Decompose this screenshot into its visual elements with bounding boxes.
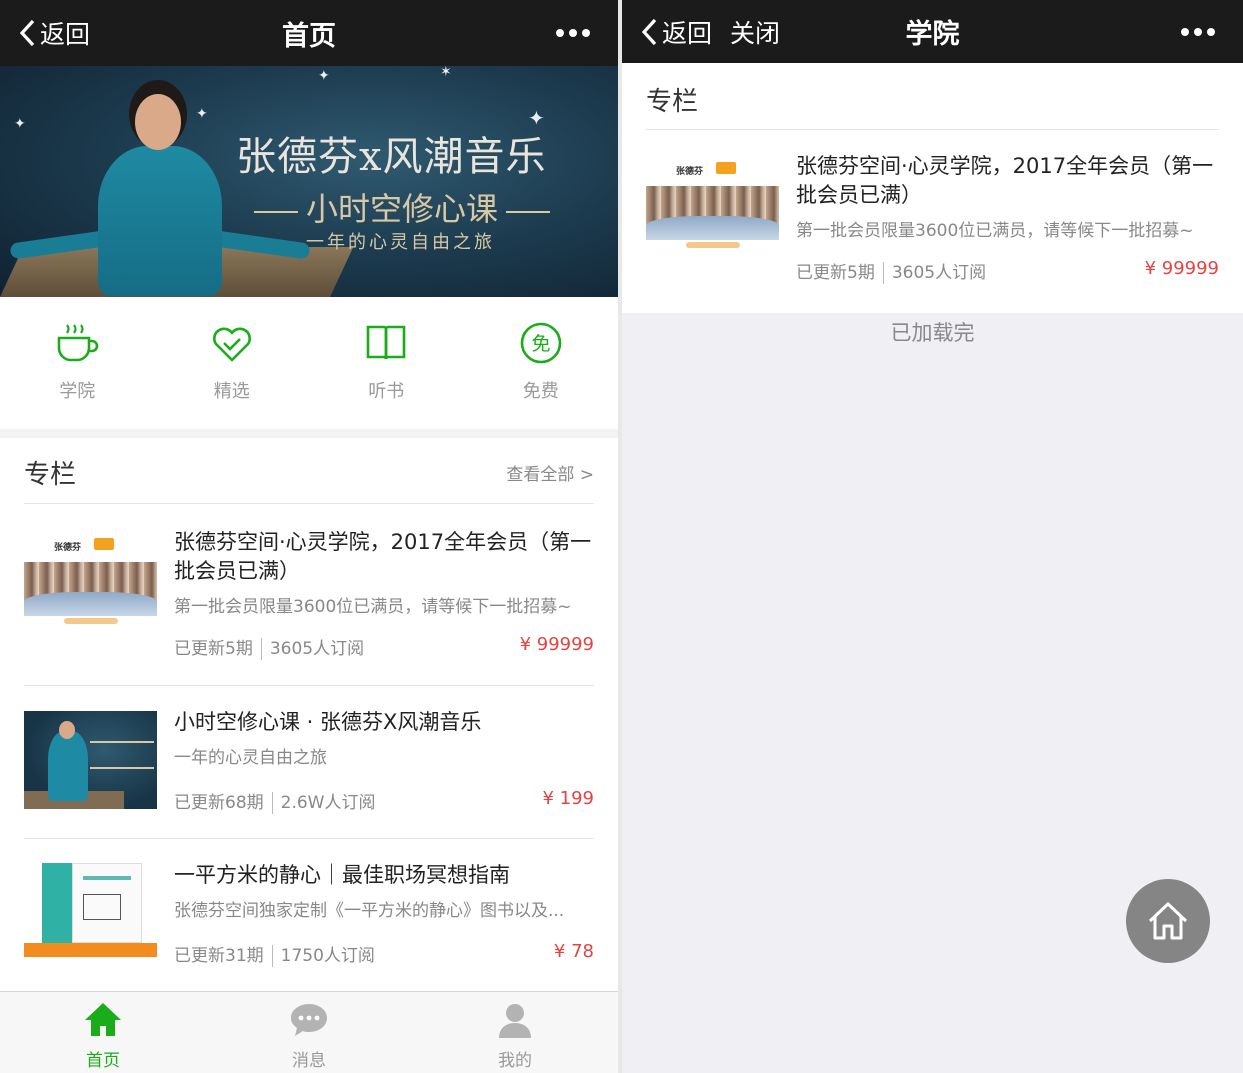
card-body: 张德芬空间·心灵学院，2017全年会员（第一批会员已满） 第一批会员限量3600… — [796, 152, 1219, 241]
update-count: 已更新31期 — [174, 946, 264, 966]
column-card[interactable]: 一平方米的静心｜最佳职场冥想指南 张德芬空间独家定制《一平方米的静心》图书以及.… — [24, 839, 594, 991]
card-body: 小时空修心课 · 张德芬X风潮音乐 一年的心灵自由之旅 — [174, 708, 594, 768]
banner-person-image — [9, 86, 311, 296]
tab-home[interactable]: 首页 — [0, 992, 206, 1073]
column-thumbnail: 张德芬 — [646, 156, 779, 256]
card-description: 一年的心灵自由之旅 — [174, 748, 327, 768]
back-button[interactable]: 返回 关闭 — [640, 0, 780, 63]
book-icon — [366, 325, 406, 360]
hero-banner[interactable]: ✦ ✦ ✶ ✦ ✦ 张德芬x风潮音乐 小时空修心课 一年的心灵自由之旅 — [0, 66, 618, 297]
quick-nav-label: 免费 — [522, 381, 559, 402]
section-title: 专栏 — [24, 460, 77, 490]
star-icon: ✶ — [440, 66, 452, 80]
banner-title: 张德芬x风潮音乐 — [236, 134, 547, 180]
star-icon: ✦ — [14, 116, 26, 132]
column-thumbnail: 张德芬 — [24, 532, 157, 632]
column-thumbnail — [24, 711, 157, 809]
column-card[interactable]: 张德芬 张德芬空间·心灵学院，2017全年会员（第一批会员已满） 第一批会员限量… — [24, 504, 594, 686]
home-icon — [85, 1003, 121, 1036]
column-section: 专栏 张德芬 张德芬空间·心灵学院，2017全年会员（第一批会员已满） 第一批会… — [622, 63, 1243, 313]
column-thumbnail — [24, 857, 157, 957]
quick-nav: 学院 精选 听书 免 免费 — [0, 297, 618, 429]
column-section: 专栏 查看全部 > 张德芬 张德芬空间·心灵学院，2017全年会员（第一批会员已… — [0, 438, 618, 991]
card-body: 一平方米的静心｜最佳职场冥想指南 张德芬空间独家定制《一平方米的静心》图书以及.… — [174, 861, 594, 921]
card-title: 小时空修心课 · 张德芬X风潮音乐 — [174, 710, 482, 734]
update-count: 已更新5期 — [796, 263, 875, 283]
card-price: ¥ 99999 — [519, 634, 594, 655]
more-dot-icon — [1181, 27, 1189, 36]
load-complete-text: 已加载完 — [890, 321, 975, 345]
update-count: 已更新5期 — [174, 639, 253, 659]
column-card[interactable]: 张德芬 张德芬空间·心灵学院，2017全年会员（第一批会员已满） 第一批会员限量… — [646, 130, 1219, 312]
card-price: ¥ 199 — [542, 788, 594, 809]
home-screen: 返回 首页 ✦ ✦ ✶ ✦ ✦ 张德芬x风潮音乐 小时空修心课 一年的心灵自由之… — [0, 0, 618, 1073]
view-all-link[interactable]: 查看全部 > — [506, 460, 594, 485]
subscriber-count: 3605人订阅 — [269, 639, 365, 659]
card-title: 一平方米的静心｜最佳职场冥想指南 — [174, 863, 510, 887]
banner-tagline: 一年的心灵自由之旅 — [306, 232, 495, 253]
academy-screen: 返回 关闭 学院 专栏 张德芬 张德芬空间·心灵学院，2017全年会员（第一批会… — [622, 0, 1243, 1073]
more-dot-icon — [582, 29, 590, 37]
more-button[interactable] — [1181, 0, 1215, 63]
back-label: 返回 — [40, 20, 91, 49]
heart-check-icon — [212, 327, 251, 362]
quick-nav-free[interactable]: 免 免费 — [464, 297, 619, 429]
floating-home-button[interactable] — [1126, 879, 1210, 963]
quick-nav-audiobook[interactable]: 听书 — [309, 297, 464, 429]
update-count: 已更新68期 — [174, 793, 264, 813]
chevron-left-icon — [641, 18, 657, 45]
free-icon: 免 — [520, 322, 562, 364]
banner-subtitle: 小时空修心课 — [246, 184, 558, 230]
subscriber-count: 2.6W人订阅 — [280, 793, 376, 813]
close-button[interactable]: 关闭 — [730, 14, 780, 50]
subscriber-count: 1750人订阅 — [280, 946, 375, 966]
section-header: 专栏 — [646, 63, 1219, 130]
quick-nav-featured[interactable]: 精选 — [155, 297, 310, 429]
card-price: ¥ 78 — [553, 941, 594, 962]
back-button[interactable]: 返回 — [18, 0, 90, 66]
card-body: 张德芬空间·心灵学院，2017全年会员（第一批会员已满） 第一批会员限量3600… — [174, 528, 594, 617]
tab-messages[interactable]: 消息 — [206, 992, 412, 1073]
star-icon: ✦ — [318, 68, 330, 84]
card-description: 张德芬空间独家定制《一平方米的静心》图书以及... — [174, 901, 565, 921]
tab-label: 我的 — [498, 1051, 532, 1071]
card-price: ¥ 99999 — [1144, 258, 1219, 279]
navbar: 返回 首页 — [0, 0, 618, 66]
card-meta: 已更新31期 1750人订阅 — [174, 941, 594, 967]
quick-nav-label: 听书 — [368, 381, 405, 402]
navbar: 返回 关闭 学院 — [622, 0, 1243, 63]
quick-nav-label: 学院 — [59, 381, 96, 402]
user-icon — [499, 1004, 531, 1038]
more-dot-icon — [1207, 27, 1215, 36]
tab-profile[interactable]: 我的 — [412, 992, 618, 1073]
more-button[interactable] — [556, 0, 590, 66]
card-description: 第一批会员限量3600位已满员，请等候下一批招募~ — [174, 597, 572, 617]
tab-bar: 首页 消息 我的 — [0, 991, 618, 1073]
quick-nav-academy[interactable]: 学院 — [0, 297, 155, 429]
column-card[interactable]: 小时空修心课 · 张德芬X风潮音乐 一年的心灵自由之旅 已更新68期 2.6W人订… — [24, 686, 594, 839]
card-title: 张德芬空间·心灵学院，2017全年会员（第一批会员已满） — [796, 154, 1214, 207]
free-icon-glyph: 免 — [531, 333, 550, 355]
card-meta: 已更新68期 2.6W人订阅 — [174, 788, 594, 814]
tab-label: 消息 — [292, 1051, 326, 1071]
tab-label: 首页 — [86, 1051, 120, 1071]
card-description: 第一批会员限量3600位已满员，请等候下一批招募~ — [796, 221, 1194, 241]
section-header: 专栏 查看全部 > — [24, 438, 594, 504]
back-label: 返回 — [662, 18, 713, 48]
quick-nav-label: 精选 — [213, 381, 250, 402]
message-icon — [291, 1004, 327, 1036]
section-title: 专栏 — [646, 87, 699, 117]
page-title: 首页 — [282, 20, 336, 52]
more-dot-icon — [556, 29, 564, 37]
teacup-icon — [57, 324, 99, 362]
subscriber-count: 3605人订阅 — [891, 263, 987, 283]
card-title: 张德芬空间·心灵学院，2017全年会员（第一批会员已满） — [174, 530, 592, 583]
more-dot-icon — [1194, 27, 1202, 36]
more-dot-icon — [569, 29, 577, 37]
home-outline-icon — [1148, 902, 1188, 940]
chevron-left-icon — [19, 19, 35, 47]
